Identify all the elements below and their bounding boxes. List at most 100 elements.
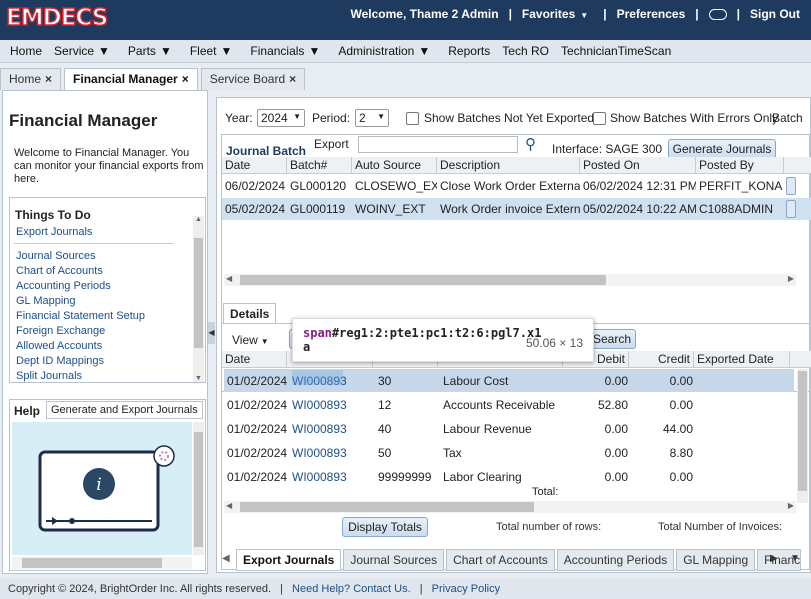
scroll-right-icon[interactable]: ▶ bbox=[788, 501, 794, 510]
tabs-overflow-icon[interactable]: ▼ bbox=[790, 553, 800, 564]
display-totals-button[interactable]: Display Totals bbox=[342, 517, 428, 537]
sign-out-link[interactable]: Sign Out bbox=[750, 7, 800, 21]
link-split-journals[interactable]: Split Journals bbox=[16, 370, 82, 382]
row-action-button[interactable] bbox=[786, 177, 796, 195]
link-journal-sources[interactable]: Journal Sources bbox=[16, 250, 96, 262]
tab-journal-sources[interactable]: Journal Sources bbox=[343, 549, 445, 571]
col-auto-source[interactable]: Auto Source bbox=[352, 157, 437, 174]
tabs-scroll-right-icon[interactable]: ▶ bbox=[770, 553, 778, 564]
details-hscrollbar[interactable]: ◀ ▶ bbox=[224, 501, 796, 513]
col-credit[interactable]: Credit bbox=[629, 351, 694, 368]
tab-service-board[interactable]: Service Board × bbox=[200, 68, 306, 90]
details-vscrollbar[interactable] bbox=[797, 369, 808, 503]
menu-parts[interactable]: Parts ▼ bbox=[128, 44, 178, 58]
tab-label: Financial Manager bbox=[73, 72, 178, 86]
tabs-scroll-left-icon[interactable]: ◀ bbox=[222, 553, 230, 564]
link-accounting-periods[interactable]: Accounting Periods bbox=[16, 280, 111, 292]
menu-home[interactable]: Home bbox=[10, 44, 42, 58]
col-batch[interactable]: Batch# bbox=[287, 157, 352, 174]
close-icon[interactable]: × bbox=[45, 72, 52, 86]
scroll-thumb[interactable] bbox=[798, 371, 807, 491]
menu-reports[interactable]: Reports bbox=[448, 44, 490, 58]
table-row[interactable]: 01/02/2024 WI000893 99999999 Labor Clear… bbox=[224, 465, 794, 488]
tab-accounting-periods[interactable]: Accounting Periods bbox=[556, 549, 675, 571]
menu-administration[interactable]: Administration ▼ bbox=[338, 44, 436, 58]
document-link[interactable]: WI000893 bbox=[289, 446, 375, 460]
tab-export-journals[interactable]: Export Journals bbox=[236, 549, 342, 571]
document-link[interactable]: WI000893 bbox=[289, 422, 375, 436]
menu-financials[interactable]: Financials ▼ bbox=[250, 44, 326, 58]
privacy-link[interactable]: Privacy Policy bbox=[432, 583, 500, 595]
tab-financial-manager[interactable]: Financial Manager × bbox=[64, 68, 198, 90]
document-link[interactable]: WI000893 bbox=[289, 398, 375, 412]
menu-service[interactable]: Service ▼ bbox=[54, 44, 116, 58]
export-location-input[interactable] bbox=[358, 136, 518, 153]
scroll-thumb[interactable] bbox=[22, 558, 162, 568]
batch-hscrollbar[interactable]: ◀ ▶ bbox=[224, 274, 796, 286]
favorites-menu[interactable]: Favorites ▼ bbox=[522, 7, 593, 21]
tab-details[interactable]: Details bbox=[223, 303, 277, 323]
view-menu[interactable]: View ▼ bbox=[228, 331, 273, 349]
help-scrollbar[interactable] bbox=[193, 422, 204, 555]
link-allowed-accounts[interactable]: Allowed Accounts bbox=[16, 340, 102, 352]
menu-fleet[interactable]: Fleet ▼ bbox=[190, 44, 239, 58]
help-hscrollbar[interactable] bbox=[12, 557, 192, 569]
document-link[interactable]: WI000893 bbox=[289, 470, 375, 484]
col-posted-by[interactable]: Posted By bbox=[696, 157, 784, 174]
scroll-thumb[interactable] bbox=[194, 238, 203, 348]
table-row[interactable]: 01/02/2024 WI000893 50 Tax 0.00 8.80 bbox=[224, 441, 794, 464]
tab-gl-mapping[interactable]: GL Mapping bbox=[676, 549, 756, 571]
scroll-down-icon[interactable]: ▼ bbox=[195, 375, 202, 382]
not-exported-checkbox[interactable] bbox=[406, 112, 419, 125]
link-foreign-exchange[interactable]: Foreign Exchange bbox=[16, 325, 105, 337]
col-date[interactable]: Date bbox=[222, 157, 287, 174]
cell: GL000119 bbox=[290, 202, 346, 216]
search-button[interactable]: Search bbox=[588, 329, 636, 349]
close-icon[interactable]: × bbox=[289, 72, 296, 86]
link-chart-of-accounts[interactable]: Chart of Accounts bbox=[16, 265, 103, 277]
help-tab[interactable]: Generate and Export Journals bbox=[46, 401, 203, 419]
close-icon[interactable]: × bbox=[182, 72, 189, 86]
tab-chart-of-accounts[interactable]: Chart of Accounts bbox=[446, 549, 555, 571]
link-financial-statement-setup[interactable]: Financial Statement Setup bbox=[16, 310, 145, 322]
things-scrollbar[interactable]: ▲ ▼ bbox=[193, 216, 204, 382]
col-exported-date[interactable]: Exported Date bbox=[694, 351, 790, 368]
link-gl-mapping[interactable]: GL Mapping bbox=[16, 295, 76, 307]
table-row[interactable]: 06/02/2024 GL000120 CLOSEWO_EXT Close Wo… bbox=[222, 175, 811, 197]
scroll-thumb[interactable] bbox=[194, 432, 203, 547]
errors-only-checkbox[interactable] bbox=[593, 112, 606, 125]
scroll-left-icon[interactable]: ◀ bbox=[226, 274, 232, 283]
search-icon[interactable]: ⚲ bbox=[525, 135, 536, 153]
scroll-thumb[interactable] bbox=[240, 502, 534, 512]
link-export-journals[interactable]: Export Journals bbox=[16, 226, 92, 238]
year-select[interactable]: 2024 ▼ bbox=[257, 109, 305, 127]
generate-journals-button[interactable]: Generate Journals bbox=[668, 139, 776, 159]
collapse-left-icon[interactable]: ◀ bbox=[208, 322, 215, 344]
cell: Tax bbox=[443, 445, 462, 460]
toggle-icon[interactable] bbox=[708, 8, 727, 20]
preferences-link[interactable]: Preferences bbox=[617, 7, 686, 21]
emdecs-logo[interactable]: EMDECS bbox=[5, 4, 109, 32]
menu-technician-time-scan[interactable]: TechnicianTimeScan bbox=[561, 44, 671, 58]
link-dept-id-mappings[interactable]: Dept ID Mappings bbox=[16, 355, 104, 367]
scroll-left-icon[interactable]: ◀ bbox=[226, 501, 232, 510]
col-description[interactable]: Description bbox=[437, 157, 580, 174]
period-select[interactable]: 2 ▼ bbox=[355, 109, 389, 127]
help-link[interactable]: Need Help? Contact Us. bbox=[292, 583, 411, 595]
cell: C1088ADMIN bbox=[699, 202, 774, 216]
table-row[interactable]: 05/02/2024 GL000119 WOINV_EXT Work Order… bbox=[222, 198, 811, 220]
table-row[interactable]: 01/02/2024 WI000893 40 Labour Revenue 0.… bbox=[224, 417, 794, 440]
copyright: Copyright © 2024, BrightOrder Inc. All r… bbox=[8, 583, 272, 595]
col-date[interactable]: Date bbox=[222, 351, 287, 368]
table-row[interactable]: 01/02/2024 WI000893 12 Accounts Receivab… bbox=[224, 393, 794, 416]
scroll-up-icon[interactable]: ▲ bbox=[195, 216, 202, 223]
scroll-thumb[interactable] bbox=[240, 275, 606, 285]
scroll-right-icon[interactable]: ▶ bbox=[788, 274, 794, 283]
col-posted-on[interactable]: Posted On bbox=[580, 157, 696, 174]
menu-tech-ro[interactable]: Tech RO bbox=[502, 44, 549, 58]
help-title: Help bbox=[14, 404, 41, 418]
tab-home[interactable]: Home × bbox=[0, 68, 62, 90]
row-action-button[interactable] bbox=[786, 200, 796, 218]
interface-text: Interface: SAGE 300 bbox=[552, 142, 663, 156]
help-video-thumbnail[interactable]: i bbox=[12, 422, 192, 555]
